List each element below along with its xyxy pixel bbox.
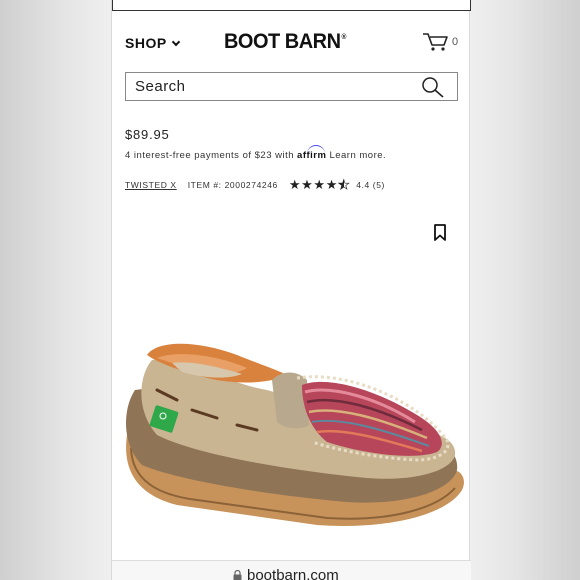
cart-button[interactable]: 0: [422, 32, 462, 54]
product-price: $89.95: [125, 127, 170, 142]
top-banner: [112, 0, 471, 11]
star-icon: ★: [288, 177, 302, 192]
star-icon: ★: [313, 177, 326, 192]
item-number: ITEM #: 2000274246: [187, 179, 278, 190]
bookmark-icon[interactable]: [433, 224, 447, 246]
shop-label: SHOP: [125, 35, 167, 51]
half-star-icon: ★: [337, 177, 351, 192]
affirm-installments: 4 interest-free payments of $23 with aff…: [125, 145, 386, 161]
learn-more-link[interactable]: Learn more.: [329, 150, 386, 161]
shop-menu-button[interactable]: SHOP: [125, 35, 180, 51]
affirm-logo: affirm: [297, 145, 327, 161]
cart-count: 0: [452, 36, 459, 48]
browser-address-bar[interactable]: bootbarn.com: [112, 560, 471, 580]
phone-screen: SHOP BOOT BARN® 0 $89.95 4 interest-free…: [111, 0, 471, 580]
product-image[interactable]: [117, 330, 467, 535]
product-meta: TWISTED X ITEM #: 2000274246 ★ ★ ★ ★ ★ 4…: [125, 177, 385, 192]
star-icon: ★: [325, 177, 338, 192]
installments-text: 4 interest-free payments of $23 with: [125, 150, 295, 161]
rating-text[interactable]: 4.4 (5): [356, 180, 385, 190]
boot-barn-logo[interactable]: BOOT BARN®: [224, 30, 346, 54]
registered-mark: ®: [341, 34, 346, 41]
cart-icon: [423, 33, 448, 51]
url-text: bootbarn.com: [247, 567, 339, 580]
rating-stars[interactable]: ★ ★ ★ ★ ★: [288, 177, 351, 192]
url-display: bootbarn.com: [233, 567, 339, 580]
chevron-down-icon: [171, 37, 180, 46]
search-bar: [125, 72, 458, 101]
brand-link[interactable]: TWISTED X: [125, 180, 177, 190]
site-header: SHOP BOOT BARN® 0: [112, 22, 471, 66]
search-input[interactable]: [126, 73, 416, 100]
star-icon: ★: [301, 177, 314, 192]
search-icon[interactable]: [421, 76, 445, 103]
lock-icon: [233, 570, 242, 580]
logo-text: BOOT BARN: [224, 30, 341, 53]
